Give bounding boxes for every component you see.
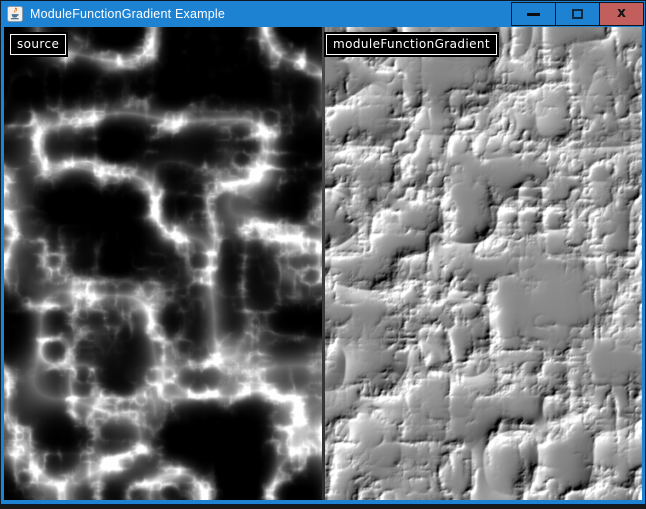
maximize-button[interactable] [555, 2, 600, 26]
maximize-icon [572, 9, 583, 19]
titlebar[interactable]: ModuleFunctionGradient Example x [1, 1, 645, 27]
gradient-pane: moduleFunctionGradient [325, 27, 642, 500]
source-pane: source [4, 27, 322, 500]
source-noise-image [4, 27, 322, 500]
java-coffee-cup-icon[interactable] [7, 6, 23, 22]
gradient-label: moduleFunctionGradient [326, 34, 497, 55]
close-button[interactable]: x [599, 2, 644, 26]
window-controls: x [511, 1, 644, 26]
content-area: source moduleFunctionGradient [4, 27, 642, 500]
gradient-noise-image [325, 27, 642, 500]
source-label: source [10, 34, 66, 55]
minimize-button[interactable] [511, 2, 556, 26]
close-icon: x [617, 6, 626, 20]
app-window: ModuleFunctionGradient Example x source … [0, 0, 646, 505]
window-title: ModuleFunctionGradient Example [30, 7, 225, 21]
desktop-background: { "window": { "title": "ModuleFunctionGr… [0, 0, 646, 509]
minimize-icon [527, 13, 540, 16]
